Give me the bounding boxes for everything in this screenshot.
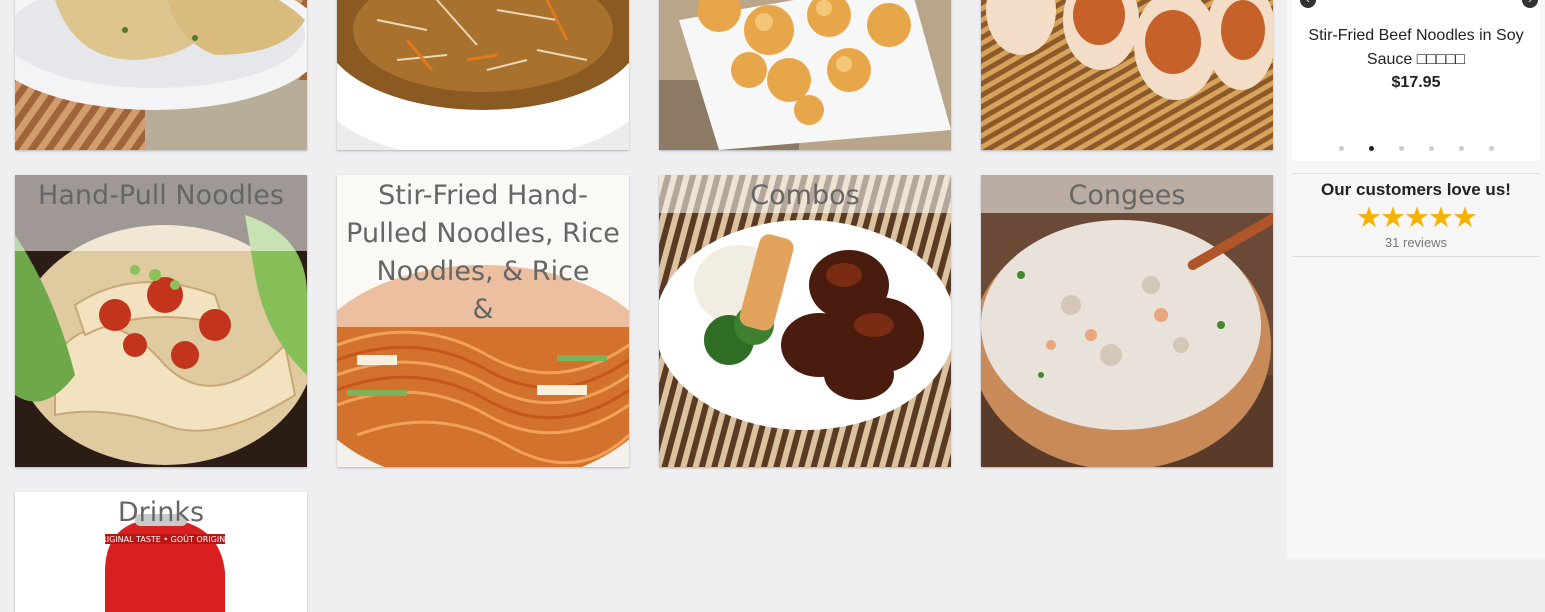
category-tile-combos[interactable]: Combos <box>659 175 951 467</box>
congee-bowl-image <box>981 175 1273 467</box>
chevron-left-icon[interactable]: ‹ <box>1300 0 1316 8</box>
category-tile-buns[interactable] <box>981 0 1273 150</box>
category-tile-dumplings[interactable] <box>15 0 307 150</box>
soup-image <box>337 0 629 150</box>
sidebar: ‹ › Stir-Fried Beef Noodles in Soy Sauce… <box>1287 0 1545 559</box>
combo-plate-image <box>659 175 951 467</box>
reviews-title: Our customers love us! <box>1321 180 1511 199</box>
carousel-dot-active[interactable] <box>1368 146 1374 151</box>
category-tile-stir-fried-noodles[interactable]: Stir-Fried Hand-Pulled Noodles, Rice Noo… <box>337 175 629 467</box>
category-tile-drinks[interactable]: ORIGINAL TASTE • GOÛT ORIGINAL Drinks <box>15 492 307 612</box>
category-tile-soups[interactable] <box>337 0 629 150</box>
category-label: Stir-Fried Hand-Pulled Noodles, Rice Noo… <box>346 180 620 325</box>
svg-text:ORIGINAL TASTE • GOÛT ORIGINAL: ORIGINAL TASTE • GOÛT ORIGINAL <box>95 533 236 544</box>
carousel-dot[interactable] <box>1398 146 1404 151</box>
carousel-dot[interactable] <box>1428 146 1434 151</box>
featured-item-carousel: ‹ › Stir-Fried Beef Noodles in Soy Sauce… <box>1292 0 1540 161</box>
chevron-right-icon[interactable]: › <box>1522 0 1538 8</box>
star-rating-icon: ★★★★★ <box>1356 202 1478 234</box>
carousel-dots <box>1292 146 1540 151</box>
fried-appetizer-image <box>659 0 951 150</box>
carousel-dot[interactable] <box>1338 146 1344 151</box>
menu-category-grid: Hand-Pull Noodles Stir-Fried Hand-Pulled… <box>0 0 1287 612</box>
category-tile-congees[interactable]: Congees <box>981 175 1273 467</box>
featured-item-price: $17.95 <box>1391 74 1441 91</box>
category-tile-hand-pull-noodles[interactable]: Hand-Pull Noodles <box>15 175 307 467</box>
category-label: Drinks <box>117 497 205 528</box>
category-tile-appetizers[interactable] <box>659 0 951 150</box>
carousel-dot[interactable] <box>1458 146 1464 151</box>
category-label: Hand-Pull Noodles <box>38 180 284 211</box>
category-label: Congees <box>1068 180 1186 211</box>
dumplings-image <box>15 0 307 150</box>
featured-item-name[interactable]: Stir-Fried Beef Noodles in Soy Sauce □□□… <box>1302 24 1530 72</box>
customer-reviews: Our customers love us! ★★★★★ 31 reviews <box>1292 173 1540 257</box>
baked-buns-image <box>981 0 1273 150</box>
carousel-dot[interactable] <box>1488 146 1494 151</box>
reviews-count[interactable]: 31 reviews <box>1292 235 1540 250</box>
category-label: Combos <box>750 180 860 211</box>
